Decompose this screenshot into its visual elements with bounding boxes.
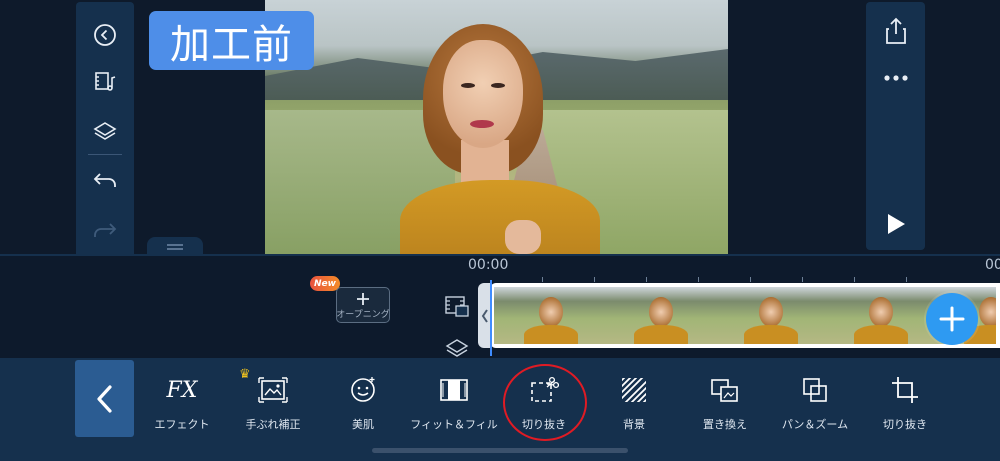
share-icon[interactable] [866, 10, 925, 52]
home-indicator [372, 448, 628, 453]
back-circle-icon[interactable] [76, 15, 134, 55]
subject-hand [505, 220, 541, 254]
video-preview [265, 0, 728, 254]
ruler-tick [802, 277, 803, 282]
before-badge: 加工前 [149, 11, 314, 70]
film-track-icon[interactable] [442, 292, 472, 320]
subject-shirt [400, 180, 600, 254]
playhead[interactable] [490, 280, 492, 356]
video-clip[interactable] [490, 283, 1000, 348]
beauty-face-icon [343, 372, 383, 408]
tool-label: パン＆ズーム [781, 418, 849, 431]
ruler-tick [646, 277, 647, 282]
fx-icon: FX [166, 377, 198, 403]
play-icon[interactable] [866, 203, 925, 245]
right-sidebar [866, 2, 925, 250]
background-icon [614, 372, 654, 408]
tool-effect[interactable]: FX エフェクト [132, 362, 232, 436]
ruler-tick [906, 277, 907, 282]
ruler-tick [542, 277, 543, 282]
tool-label: フィット＆フィル [410, 418, 498, 431]
replace-icon [705, 372, 745, 408]
sidebar-divider [88, 154, 122, 155]
music-film-icon[interactable] [76, 62, 134, 102]
tool-pan-zoom[interactable]: パン＆ズーム [765, 362, 865, 436]
opening-label: オープニング [336, 310, 390, 320]
toolbar-back-button[interactable] [75, 360, 134, 437]
crop-icon [885, 372, 925, 408]
tool-label: 手ぶれ補正 [245, 418, 301, 431]
plus-icon [939, 306, 965, 332]
clip-thumbnail [824, 287, 934, 344]
subject-face [443, 40, 523, 148]
pan-zoom-icon [795, 372, 835, 408]
clip-thumbnail [494, 287, 604, 344]
tool-label: エフェクト [154, 418, 210, 431]
tool-replace[interactable]: 置き換え [675, 362, 775, 436]
tool-label: 背景 [623, 418, 645, 431]
tool-beauty[interactable]: 美肌 [313, 362, 413, 436]
ruler-tick [594, 277, 595, 282]
subject-lips [470, 120, 494, 128]
ruler-tick [698, 277, 699, 282]
new-badge: New [310, 276, 340, 291]
undo-icon[interactable] [76, 160, 134, 200]
video-editor-screen: 加工前 00:00 00 New オープニング ♛ FX エフェクト 手ぶれ補正… [0, 0, 1000, 461]
ruler-tick [854, 277, 855, 282]
redo-icon[interactable] [76, 210, 134, 250]
time-label-next: 00 [985, 257, 1000, 273]
clip-thumbnail [714, 287, 824, 344]
tool-fit-fill[interactable]: フィット＆フィル [404, 362, 504, 436]
subject-eye-left [461, 83, 475, 88]
panel-drag-handle[interactable] [147, 237, 203, 256]
layers-icon[interactable] [76, 112, 134, 152]
tool-background[interactable]: 背景 [584, 362, 684, 436]
tool-label: 美肌 [352, 418, 374, 431]
stabilize-icon [253, 372, 293, 408]
time-label-start: 00:00 [468, 257, 509, 273]
fit-fill-icon [434, 372, 474, 408]
ruler-tick [750, 277, 751, 282]
tool-label: 置き換え [703, 418, 747, 431]
subject-eye-right [491, 83, 505, 88]
chevron-left-icon [96, 384, 112, 413]
tool-crop[interactable]: 切り抜き [855, 362, 955, 436]
more-icon[interactable] [866, 57, 925, 99]
clip-thumbnail [604, 287, 714, 344]
add-clip-button[interactable] [926, 293, 978, 345]
highlight-circle [503, 364, 587, 441]
tool-stabilize[interactable]: 手ぶれ補正 [223, 362, 323, 436]
tool-label: 切り抜き [883, 418, 927, 431]
